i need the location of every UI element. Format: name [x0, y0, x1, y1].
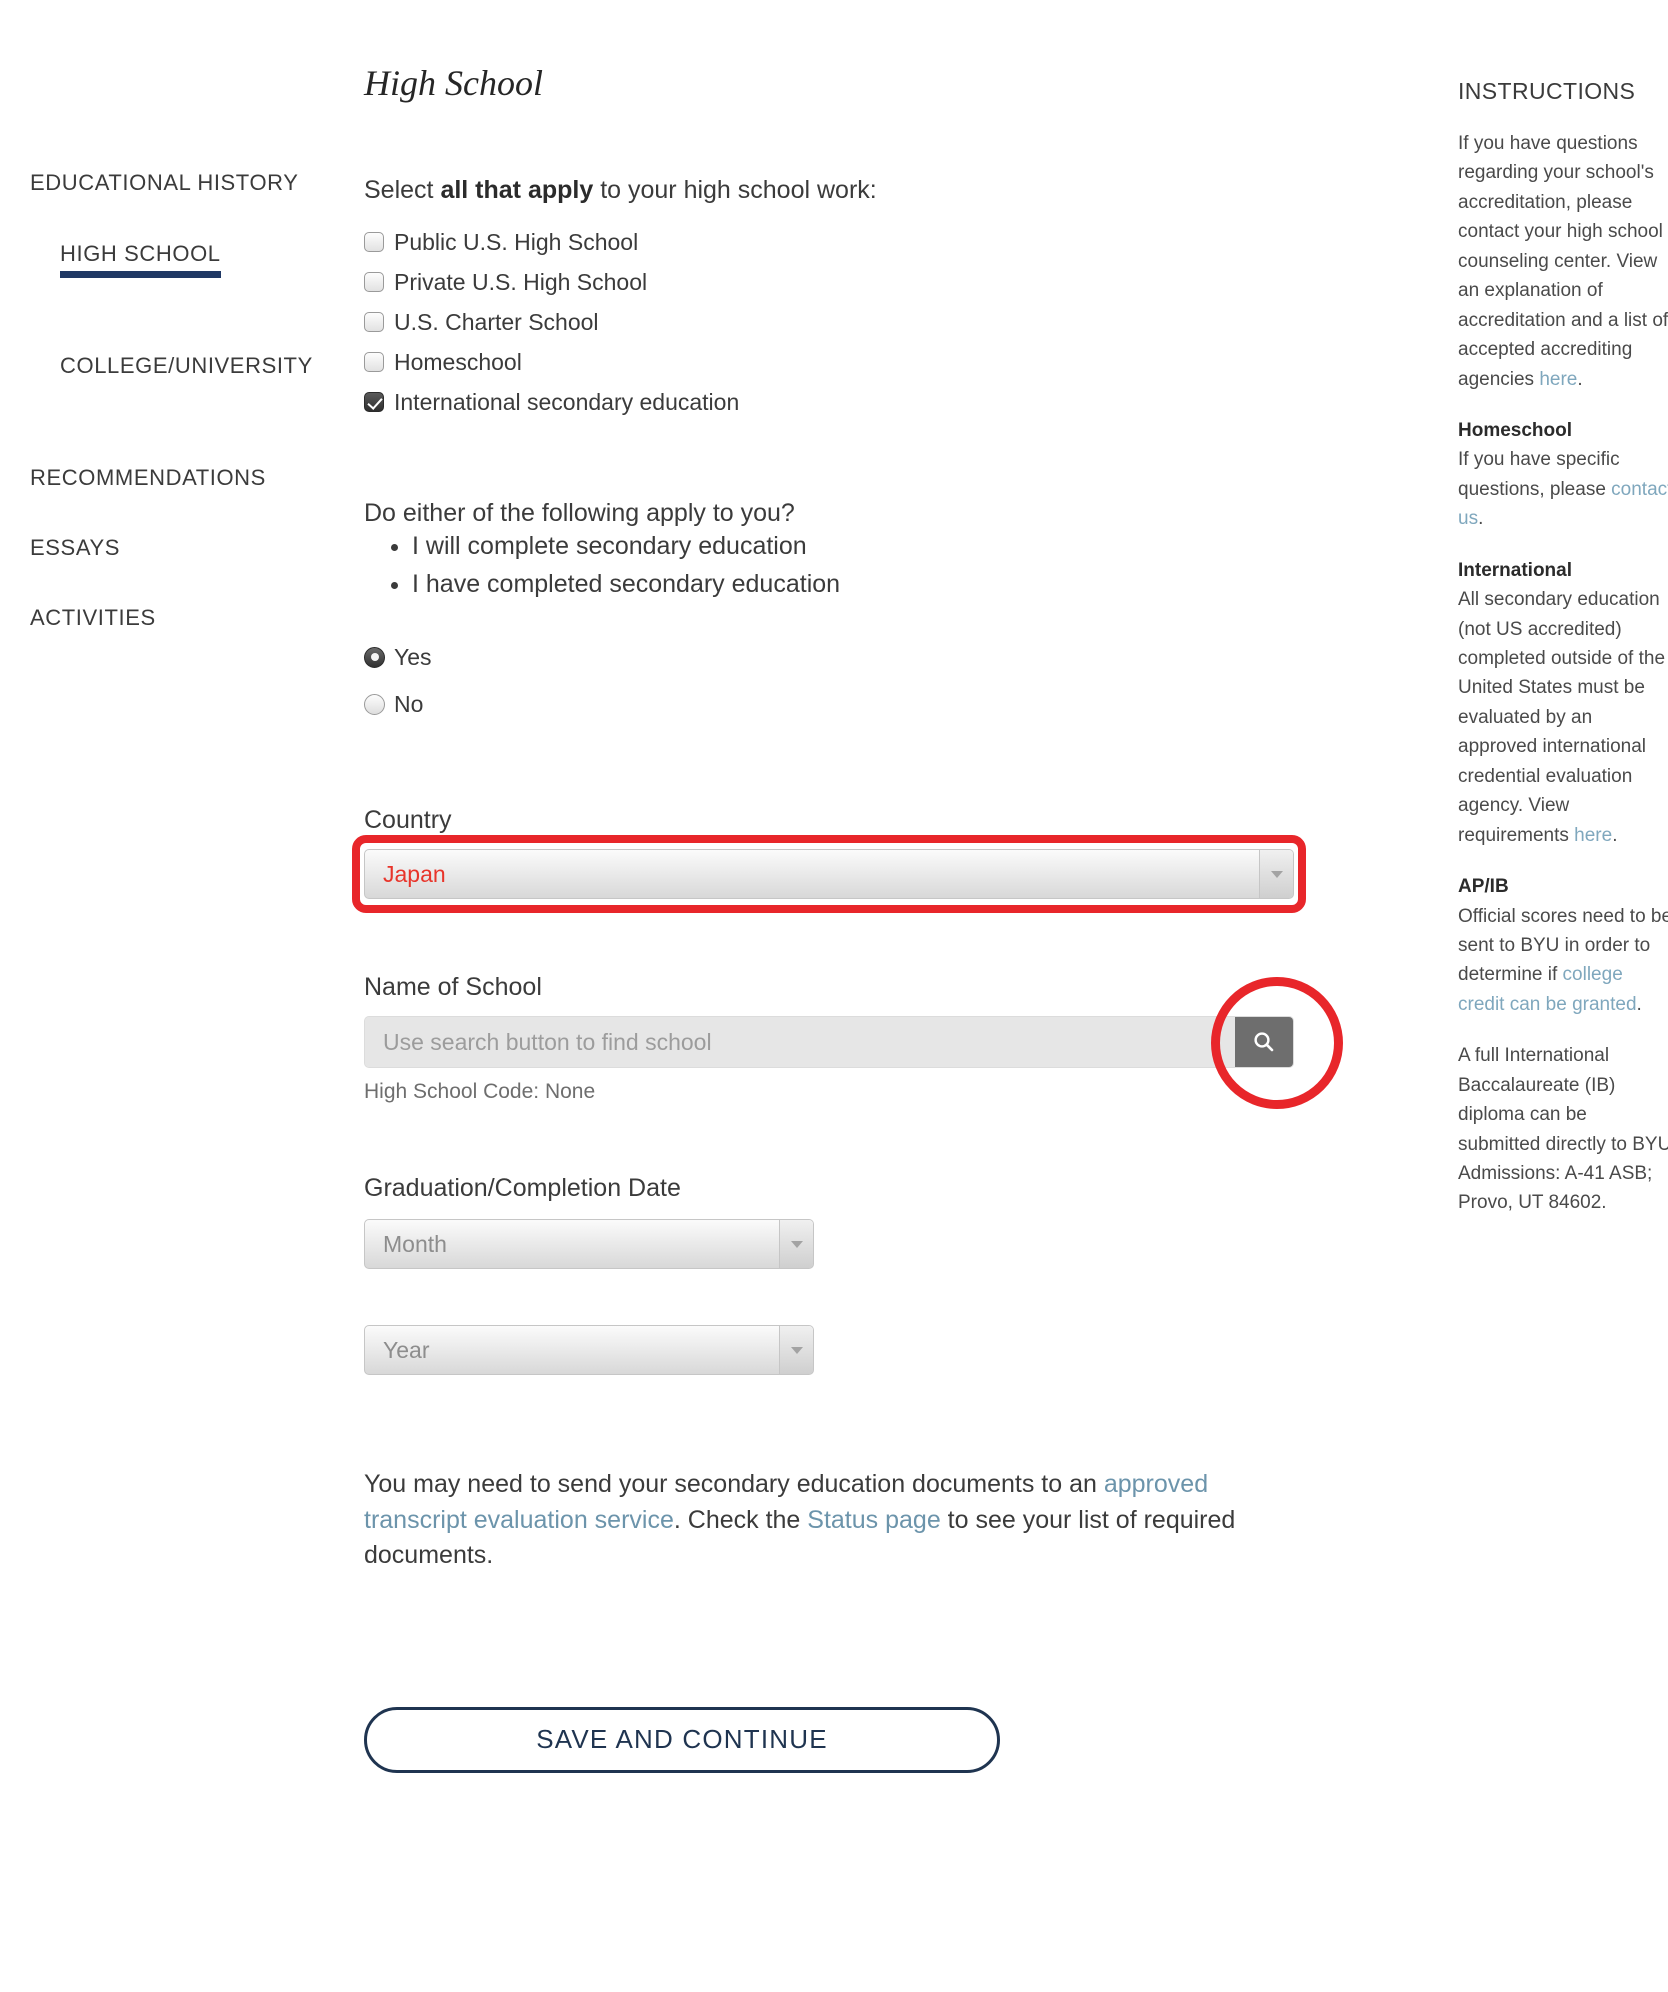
accreditation-here-link[interactable]: here [1539, 369, 1577, 390]
sidebar-item-activities[interactable]: ACTIVITIES [30, 605, 350, 631]
country-select[interactable]: Japan [364, 849, 1294, 899]
homeschool-text-1: If you have specific questions, please [1458, 449, 1620, 500]
checkbox-label: Homeschool [394, 348, 522, 375]
checkbox-box-icon[interactable] [364, 312, 384, 332]
instructions-apib: AP/IB Official scores need to be sent to … [1458, 872, 1668, 1019]
international-requirements-here-link[interactable]: here [1574, 825, 1612, 846]
homeschool-heading: Homeschool [1458, 419, 1573, 441]
radio-no[interactable]: No [364, 686, 1324, 722]
intro-text-2: . [1577, 368, 1583, 390]
radio-label: Yes [394, 643, 432, 670]
status-page-link[interactable]: Status page [807, 1506, 940, 1534]
save-and-continue-button[interactable]: SAVE AND CONTINUE [364, 1706, 1000, 1773]
documents-note: You may need to send your secondary educ… [364, 1467, 1304, 1574]
application-page: EDUCATIONAL HISTORY HIGH SCHOOL COLLEGE/… [0, 0, 1668, 1992]
graduation-month-select[interactable]: Month [364, 1219, 814, 1269]
school-name-label: Name of School [364, 973, 542, 1001]
bullet-item: I will complete secondary education [412, 532, 1324, 561]
graduation-date-label: Graduation/Completion Date [364, 1174, 681, 1202]
note-text-2: . Check the [673, 1505, 808, 1534]
international-text-1: All secondary education (not US accredit… [1458, 589, 1666, 846]
country-selected-value: Japan [383, 860, 446, 887]
school-input-row [364, 1016, 1294, 1068]
checkbox-box-icon[interactable] [364, 352, 384, 372]
sidebar-item-educational-history[interactable]: EDUCATIONAL HISTORY [30, 170, 350, 196]
school-search-button[interactable] [1235, 1017, 1293, 1067]
homeschool-text-2: . [1478, 508, 1484, 530]
radio-label: No [394, 690, 424, 717]
prompt-text-bold: all that apply [440, 176, 594, 204]
instructions-title: INSTRUCTIONS [1458, 78, 1636, 104]
sidebar-item-high-school[interactable]: HIGH SCHOOL [60, 241, 221, 278]
sidebar-item-essays[interactable]: ESSAYS [30, 535, 350, 561]
select-all-prompt: Select all that apply to your high schoo… [364, 176, 1324, 205]
international-heading: International [1458, 559, 1573, 581]
instructions-panel: INSTRUCTIONS If you have questions regar… [1458, 78, 1668, 1240]
instructions-homeschool: Homeschool If you have specific questions… [1458, 416, 1668, 534]
main-content: High School Select all that apply to you… [352, 62, 1343, 1773]
instructions-international: International All secondary education (no… [1458, 556, 1668, 850]
country-field-wrapper: Japan [352, 835, 1306, 913]
chevron-down-icon[interactable] [779, 1326, 813, 1374]
instructions-ib-diploma: A full International Baccalaureate (IB) … [1458, 1045, 1668, 1214]
checkbox-label: Private U.S. High School [394, 268, 648, 295]
intro-text-1: If you have questions regarding your sch… [1458, 133, 1668, 390]
instructions-intro: If you have questions regarding your sch… [1458, 129, 1668, 394]
checkbox-box-icon[interactable] [364, 232, 384, 252]
prompt-text-after: to your high school work: [593, 176, 877, 204]
month-placeholder-text: Month [383, 1230, 447, 1257]
checkbox-us-charter-school[interactable]: U.S. Charter School [364, 307, 1324, 337]
checkbox-international-secondary-education[interactable]: International secondary education [364, 387, 1324, 417]
chevron-down-icon[interactable] [779, 1220, 813, 1268]
high-school-code-text: High School Code: None [364, 1080, 596, 1103]
active-indicator [60, 271, 221, 278]
apib-heading: AP/IB [1458, 876, 1509, 898]
chevron-down-icon[interactable] [1259, 850, 1293, 898]
school-field-wrapper: High School Code: None [364, 977, 1343, 1109]
note-text-1: You may need to send your secondary educ… [364, 1470, 1104, 1498]
checkbox-box-icon[interactable] [364, 272, 384, 292]
page-title: High School [364, 63, 543, 103]
radio-selected-icon[interactable] [364, 646, 385, 668]
bullet-item: I have completed secondary education [412, 570, 1324, 599]
secondary-education-bullets: I will complete secondary education I ha… [364, 532, 1324, 599]
country-label: Country [364, 806, 452, 834]
secondary-education-question: Do either of the following apply to you? [364, 499, 795, 527]
sidebar-item-high-school-label: HIGH SCHOOL [60, 241, 221, 266]
radio-yes[interactable]: Yes [364, 639, 1324, 675]
checkbox-label: U.S. Charter School [394, 308, 599, 335]
school-search-input[interactable] [365, 1017, 1235, 1067]
year-placeholder-text: Year [383, 1336, 430, 1363]
radio-icon[interactable] [364, 693, 385, 715]
checkbox-homeschool[interactable]: Homeschool [364, 347, 1324, 377]
sidebar-item-college-university[interactable]: COLLEGE/UNIVERSITY [60, 353, 313, 379]
international-text-2: . [1612, 824, 1618, 846]
apib-text-2: . [1636, 993, 1642, 1015]
sidebar-item-recommendations[interactable]: RECOMMENDATIONS [30, 465, 350, 491]
checkbox-label: International secondary education [394, 388, 740, 415]
checkbox-checked-icon[interactable] [364, 392, 384, 412]
left-navigation: EDUCATIONAL HISTORY HIGH SCHOOL COLLEGE/… [30, 170, 350, 675]
checkbox-private-us-high-school[interactable]: Private U.S. High School [364, 267, 1324, 297]
prompt-text-before: Select [364, 176, 441, 204]
search-icon [1254, 1032, 1274, 1052]
school-type-checkbox-group: Public U.S. High School Private U.S. Hig… [364, 227, 1324, 417]
graduation-year-select[interactable]: Year [364, 1325, 814, 1375]
checkbox-label: Public U.S. High School [394, 228, 639, 255]
yes-no-radio-group: Yes No [364, 639, 1324, 722]
checkbox-public-us-high-school[interactable]: Public U.S. High School [364, 227, 1324, 257]
